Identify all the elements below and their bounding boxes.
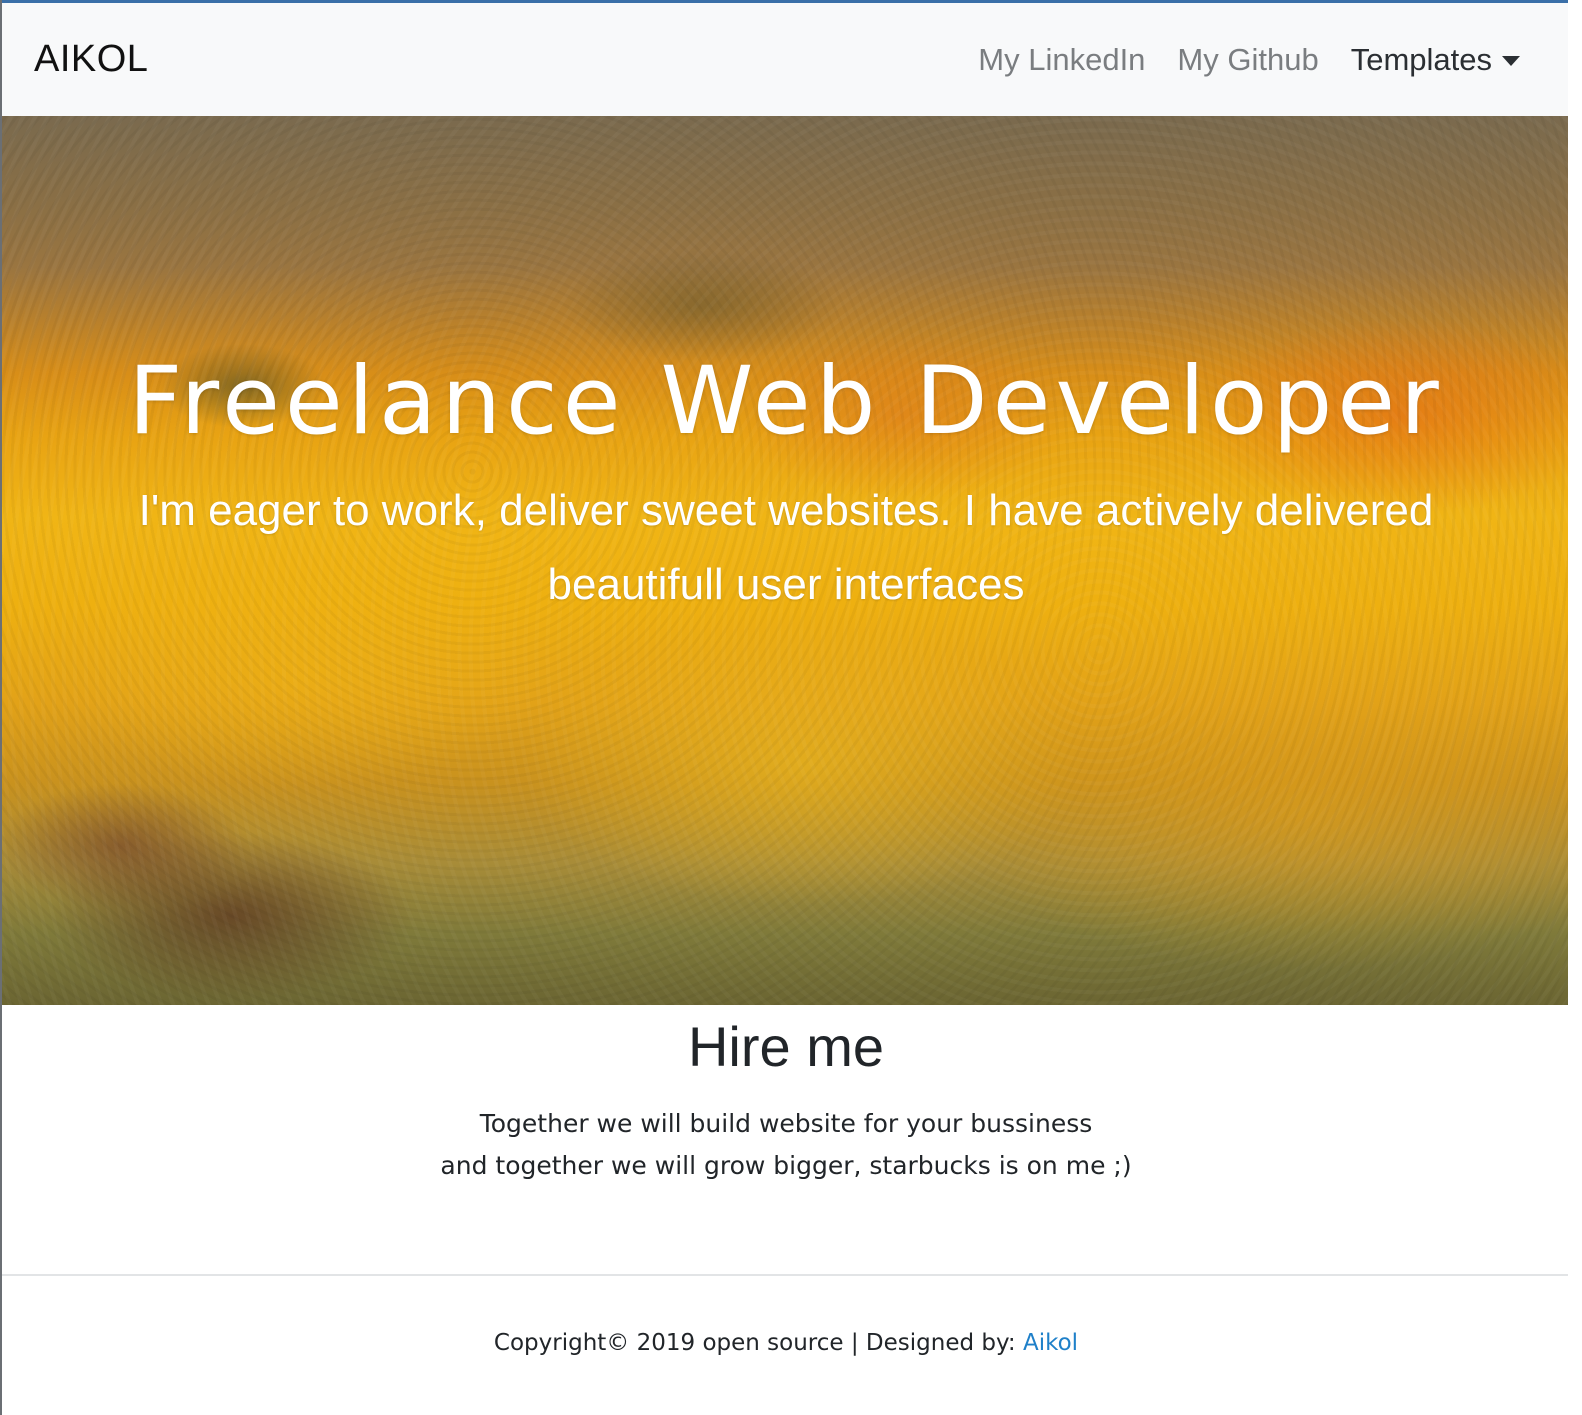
footer-designer-link[interactable]: Aikol xyxy=(1023,1330,1078,1356)
hero-subtitle: I'm eager to work, deliver sweet website… xyxy=(71,474,1501,622)
top-navbar: AIKOL My LinkedIn My Github Templates xyxy=(2,0,1568,116)
footer-copyright: Copyright© 2019 open source | Designed b… xyxy=(493,1330,1023,1356)
hire-text-line1: Together we will build website for your … xyxy=(479,1109,1093,1138)
nav-links: My LinkedIn My Github Templates xyxy=(978,42,1520,78)
templates-dropdown-label: Templates xyxy=(1350,41,1492,77)
caret-down-icon xyxy=(1502,55,1520,66)
nav-link-linkedin[interactable]: My LinkedIn xyxy=(978,42,1145,78)
hire-section: Hire me Together we will build website f… xyxy=(2,1005,1568,1275)
footer-divider xyxy=(2,1274,1568,1276)
hire-title: Hire me xyxy=(687,1015,885,1078)
templates-dropdown[interactable]: Templates xyxy=(1351,42,1520,78)
hero-content: Freelance Web Developer I'm eager to wor… xyxy=(2,344,1568,622)
hire-text: Together we will build website for your … xyxy=(2,1103,1568,1187)
hero-banner: Freelance Web Developer I'm eager to wor… xyxy=(2,116,1568,1005)
nav-link-github[interactable]: My Github xyxy=(1177,42,1318,78)
hire-text-line2: and together we will grow bigger, starbu… xyxy=(440,1151,1132,1180)
hero-subtitle-line2: beautifull user interfaces xyxy=(547,560,1025,609)
hero-title: Freelance Web Developer xyxy=(128,347,1444,456)
hero-subtitle-line1: I'm eager to work, deliver sweet website… xyxy=(138,486,1434,535)
page-frame: AIKOL My LinkedIn My Github Templates Fr… xyxy=(0,0,1582,1415)
footer: Copyright© 2019 open source | Designed b… xyxy=(2,1330,1568,1356)
brand-logo[interactable]: AIKOL xyxy=(34,38,148,81)
